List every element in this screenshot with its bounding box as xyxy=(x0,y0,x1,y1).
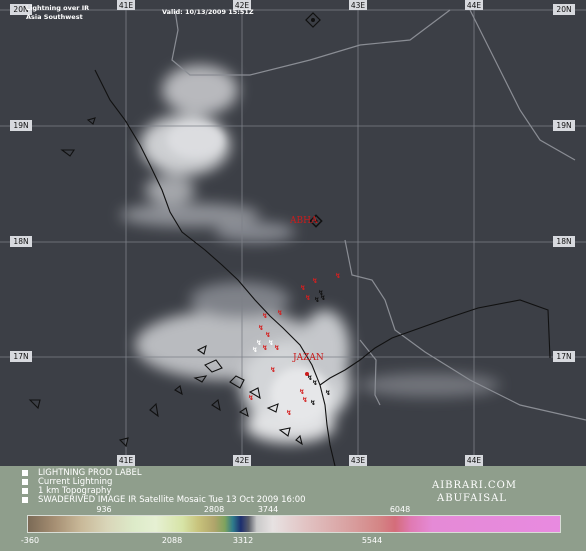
svg-text:↯: ↯ xyxy=(262,312,268,320)
colorbar-tick-bottom: 2088 xyxy=(161,536,183,545)
svg-text:41E: 41E xyxy=(119,1,134,10)
svg-text:19N: 19N xyxy=(13,121,28,130)
svg-text:44E: 44E xyxy=(467,456,482,465)
svg-text:↯: ↯ xyxy=(268,339,274,347)
svg-text:44E: 44E xyxy=(467,1,482,10)
svg-text:↯: ↯ xyxy=(335,272,341,280)
svg-text:↯: ↯ xyxy=(300,284,306,292)
colorbar-tick-top: 2808 xyxy=(203,505,225,514)
svg-text:19N: 19N xyxy=(556,121,571,130)
brand-author: ABUFAISAL xyxy=(437,493,507,504)
city-label-jazan: JAZAN xyxy=(292,353,324,363)
satellite-map: ↯ ↯ ↯ ↯ ↯ ↯ ↯ ↯ ↯ ↯ ↯ ↯ ↯ ↯ ↯ ↯ ↯ ↯ ↯ ↯ … xyxy=(0,0,586,466)
svg-text:↯: ↯ xyxy=(252,346,258,354)
legend-square-icon xyxy=(22,469,28,476)
svg-text:↯: ↯ xyxy=(312,277,318,285)
svg-text:43E: 43E xyxy=(351,1,366,10)
map-valid-time: Valid: 10/13/2009 15:51Z xyxy=(162,8,254,16)
brand-site: AIBRARI.COM xyxy=(432,480,518,491)
svg-text:↯: ↯ xyxy=(274,344,280,352)
legend-item-ir-mosaic: SWADERIVED IMAGE IR Satellite Mosaic Tue… xyxy=(22,496,306,505)
svg-text:↯: ↯ xyxy=(320,294,326,302)
svg-text:42E: 42E xyxy=(235,456,250,465)
colorbar-tick-top: 3744 xyxy=(257,505,279,514)
svg-text:17N: 17N xyxy=(13,352,28,361)
svg-text:↯: ↯ xyxy=(325,389,331,397)
svg-text:↯: ↯ xyxy=(262,344,268,352)
svg-text:↯: ↯ xyxy=(286,409,292,417)
svg-text:↯: ↯ xyxy=(312,379,318,387)
svg-text:18N: 18N xyxy=(556,237,571,246)
svg-text:18N: 18N xyxy=(13,237,28,246)
legend-square-icon xyxy=(22,478,28,485)
svg-text:↯: ↯ xyxy=(314,296,320,304)
city-label-abha: ABHA xyxy=(289,216,318,226)
svg-text:↯: ↯ xyxy=(305,294,311,302)
svg-text:17N: 17N xyxy=(556,352,571,361)
svg-text:↯: ↯ xyxy=(310,399,316,407)
svg-text:↯: ↯ xyxy=(258,324,264,332)
colorbar-tick-top: 6048 xyxy=(389,505,411,514)
svg-text:↯: ↯ xyxy=(265,331,271,339)
svg-text:20N: 20N xyxy=(556,5,571,14)
colorbar-tick-top: 936 xyxy=(96,505,112,514)
colorbar-tick-bottom: 5544 xyxy=(361,536,383,545)
svg-text:43E: 43E xyxy=(351,456,366,465)
legend-square-icon xyxy=(22,487,28,494)
city-marker-jazan xyxy=(305,372,309,376)
colorbar-tick-bottom: -360 xyxy=(20,536,40,545)
colorbar-tick-bottom: 3312 xyxy=(232,536,254,545)
map-region: Asia Southwest xyxy=(26,13,83,21)
svg-text:↯: ↯ xyxy=(299,388,305,396)
svg-text:↯: ↯ xyxy=(277,309,283,317)
legend-square-icon xyxy=(22,496,28,503)
svg-text:↯: ↯ xyxy=(302,396,308,404)
color-scale-bar xyxy=(27,515,561,533)
map-title: Lightning over IR xyxy=(26,4,90,12)
svg-text:↯: ↯ xyxy=(248,394,254,402)
svg-text:41E: 41E xyxy=(119,456,134,465)
svg-text:↯: ↯ xyxy=(270,366,276,374)
